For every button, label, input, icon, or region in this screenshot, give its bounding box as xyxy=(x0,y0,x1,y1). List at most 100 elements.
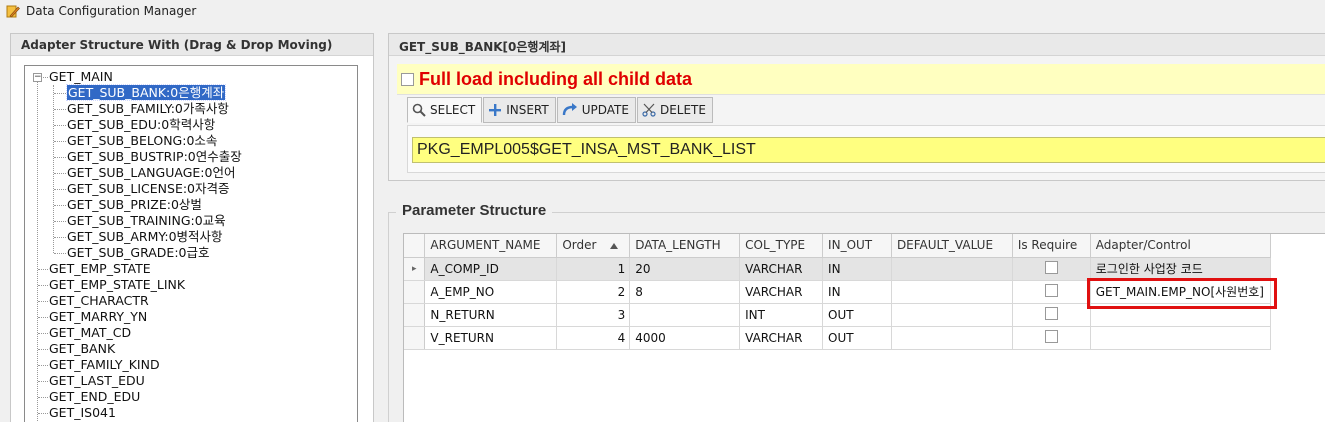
is-require-checkbox[interactable] xyxy=(1044,260,1058,274)
cell-adapter-control[interactable] xyxy=(1090,326,1271,350)
tree-root-guide-line xyxy=(37,81,38,422)
full-load-label[interactable]: Full load including all child data xyxy=(419,69,692,90)
cell-default-value[interactable] xyxy=(891,326,1013,350)
cell-in-out[interactable]: OUT xyxy=(822,326,892,350)
grid-corner xyxy=(404,234,426,258)
cell-data-length[interactable]: 4000 xyxy=(629,326,741,350)
tree-branch-line xyxy=(38,397,48,398)
cell-order[interactable]: 3 xyxy=(556,303,631,327)
cell-default-value[interactable] xyxy=(891,280,1013,304)
row-indicator[interactable] xyxy=(404,280,426,304)
tree-node[interactable]: GET_END_EDU xyxy=(49,389,140,405)
tree-node[interactable]: GET_BANK xyxy=(49,341,115,357)
tree-node[interactable]: GET_EMP_STATE xyxy=(49,261,151,277)
tree-node[interactable]: GET_CHARACTR xyxy=(49,293,149,309)
col-argument-name[interactable]: ARGUMENT_NAME xyxy=(424,234,558,258)
cell-adapter-control[interactable]: 로그인한 사업장 코드 xyxy=(1090,257,1271,281)
tree-branch-line xyxy=(54,173,66,174)
query-input[interactable]: PKG_EMPL005$GET_INSA_MST_BANK_LIST xyxy=(412,137,1325,163)
tab-select[interactable]: SELECT xyxy=(407,97,483,123)
is-require-checkbox[interactable] xyxy=(1044,306,1058,320)
row-indicator[interactable] xyxy=(404,303,426,327)
cell-is-require[interactable] xyxy=(1012,257,1091,281)
cell-order[interactable]: 4 xyxy=(556,326,631,350)
cell-is-require[interactable] xyxy=(1012,326,1091,350)
tab-insert[interactable]: INSERT xyxy=(483,97,556,123)
redo-arrow-icon xyxy=(562,103,577,116)
cell-order[interactable]: 1 xyxy=(556,257,631,281)
adapter-tree[interactable]: − GET_MAIN GET_SUB_BANK:0은행계좌 GET_SUB_FAMIL… xyxy=(24,65,358,422)
cell-argument-name[interactable]: A_COMP_ID xyxy=(424,257,558,281)
tree-node[interactable]: GET_SUB_EDU:0학력사항 xyxy=(67,117,215,133)
tree-node-label: GET_SUB_GRADE:0급호 xyxy=(67,245,210,260)
tree-node[interactable]: GET_SUB_BANK:0은행계좌 xyxy=(65,84,227,101)
param-row[interactable]: V_RETURN 4 4000 VARCHAR OUT xyxy=(404,326,1325,350)
tab-update[interactable]: UPDATE xyxy=(556,97,636,123)
tree-node[interactable]: GET_SUB_BUSTRIP:0연수출장 xyxy=(67,149,242,165)
cell-col-type[interactable]: VARCHAR xyxy=(739,326,824,350)
tree-node[interactable]: GET_SUB_TRAINING:0교육 xyxy=(67,213,226,229)
parameter-grid: ARGUMENT_NAME Order DATA_LENGTH COL_TYPE… xyxy=(403,233,1325,422)
cell-default-value[interactable] xyxy=(891,303,1013,327)
full-load-checkbox[interactable] xyxy=(401,72,414,86)
cell-in-out[interactable]: IN xyxy=(822,280,892,304)
is-require-checkbox[interactable] xyxy=(1044,283,1058,297)
tree-node[interactable]: GET_MAIN xyxy=(49,69,113,85)
col-adapter-control[interactable]: Adapter/Control xyxy=(1090,234,1271,258)
col-order[interactable]: Order xyxy=(556,234,631,258)
cell-in-out[interactable]: OUT xyxy=(822,303,892,327)
cell-in-out[interactable]: IN xyxy=(822,257,892,281)
window-titlebar: Data Configuration Manager xyxy=(0,0,1325,22)
row-indicator[interactable] xyxy=(404,326,426,350)
tree-node[interactable]: GET_EMP_STATE_LINK xyxy=(49,277,185,293)
tree-node[interactable]: GET_LAST_EDU xyxy=(49,373,145,389)
cell-is-require[interactable] xyxy=(1012,280,1091,304)
is-require-checkbox[interactable] xyxy=(1044,329,1058,343)
param-row[interactable]: ▸ A_COMP_ID 1 20 VARCHAR IN 로그인한 사업장 코드 xyxy=(404,257,1325,281)
tree-node[interactable]: GET_MAT_CD xyxy=(49,325,131,341)
tree-collapse-toggle[interactable]: − xyxy=(33,73,42,82)
tree-node[interactable]: GET_FAMILY_KIND xyxy=(49,357,160,373)
tab-delete-label: DELETE xyxy=(659,103,706,117)
cell-filler xyxy=(1270,303,1325,326)
tree-node-label: GET_SUB_PRIZE:0상벌 xyxy=(67,197,202,212)
col-is-require[interactable]: Is Require xyxy=(1012,234,1091,258)
cell-data-length[interactable]: 20 xyxy=(629,257,741,281)
tree-node[interactable]: GET_SUB_LANGUAGE:0언어 xyxy=(67,165,235,181)
col-default-value[interactable]: DEFAULT_VALUE xyxy=(891,234,1013,258)
cell-col-type[interactable]: VARCHAR xyxy=(739,280,824,304)
param-row[interactable]: A_EMP_NO 2 8 VARCHAR IN GET_MAIN.EMP_NO[사원번호] xyxy=(404,280,1325,304)
cell-argument-name[interactable]: V_RETURN xyxy=(424,326,558,350)
cell-argument-name[interactable]: N_RETURN xyxy=(424,303,558,327)
col-data-length[interactable]: DATA_LENGTH xyxy=(629,234,741,258)
cell-col-type[interactable]: INT xyxy=(739,303,824,327)
cell-data-length[interactable]: 8 xyxy=(629,280,741,304)
tree-node[interactable]: GET_SUB_PRIZE:0상벌 xyxy=(67,197,202,213)
cell-col-type[interactable]: VARCHAR xyxy=(739,257,824,281)
tree-node[interactable]: GET_SUB_ARMY:0병적사항 xyxy=(67,229,223,245)
col-col-type[interactable]: COL_TYPE xyxy=(739,234,824,258)
tree-node[interactable]: GET_SUB_FAMILY:0가족사항 xyxy=(67,101,229,117)
cell-default-value[interactable] xyxy=(891,257,1013,281)
cell-order[interactable]: 2 xyxy=(556,280,631,304)
cell-data-length[interactable] xyxy=(629,303,741,327)
tree-node[interactable]: GET_SUB_BELONG:0소속 xyxy=(67,133,217,149)
command-tabs: SELECT INSERT UPDATE DELETE xyxy=(407,97,714,123)
tree-node-label: GET_SUB_TRAINING:0교육 xyxy=(67,213,226,228)
tree-node-label: GET_LAST_EDU xyxy=(49,373,145,388)
full-load-bar: Full load including all child data xyxy=(397,64,1325,94)
tab-delete[interactable]: DELETE xyxy=(636,97,713,123)
tree-node[interactable]: GET_SUB_GRADE:0급호 xyxy=(67,245,209,261)
cell-filler xyxy=(1270,257,1325,280)
tree-node[interactable]: GET_IS041 xyxy=(49,405,116,421)
cell-argument-name[interactable]: A_EMP_NO xyxy=(424,280,558,304)
cell-adapter-control[interactable] xyxy=(1090,303,1271,327)
search-icon xyxy=(412,103,426,117)
col-in-out[interactable]: IN_OUT xyxy=(822,234,892,258)
cell-adapter-control[interactable]: GET_MAIN.EMP_NO[사원번호] xyxy=(1090,280,1271,304)
param-row[interactable]: N_RETURN 3 INT OUT xyxy=(404,303,1325,327)
row-indicator[interactable]: ▸ xyxy=(404,257,426,281)
tree-node[interactable]: GET_SUB_LICENSE:0자격증 xyxy=(67,181,230,197)
tree-node[interactable]: GET_MARRY_YN xyxy=(49,309,147,325)
cell-is-require[interactable] xyxy=(1012,303,1091,327)
